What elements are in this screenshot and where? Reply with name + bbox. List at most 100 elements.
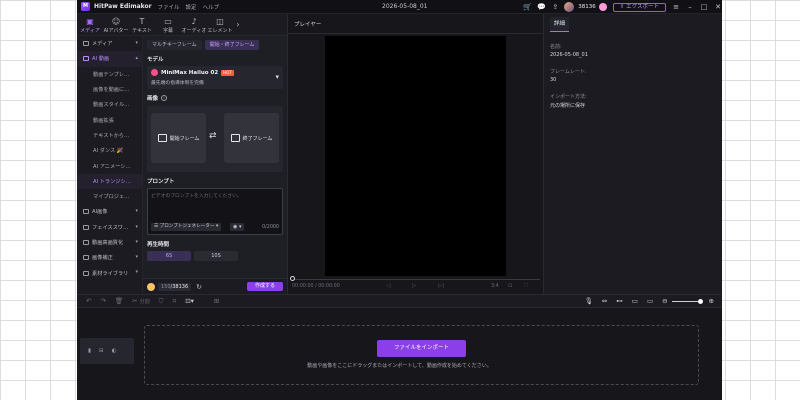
zoom-slider[interactable] xyxy=(671,298,703,304)
fullscreen-icon[interactable]: ⛶ xyxy=(524,283,528,290)
sidebar-item-video-style[interactable]: 動画スタイル… xyxy=(77,97,142,112)
microphone-icon[interactable]: 🎙 xyxy=(585,297,593,305)
sidebar-item-image-correct[interactable]: 画像補正 ▾ xyxy=(77,250,142,265)
sidebar-item-label: AI トランジシ… xyxy=(93,178,131,185)
sidebar-item-ai-dance[interactable]: AI ダンス 🎉 xyxy=(77,143,142,158)
snapshot-icon[interactable]: ⊡ xyxy=(508,283,513,289)
generator-panel: マルチキーフレーム 開始・終了フレーム モデル MiniMax Hailuo 0… xyxy=(143,36,287,294)
sidebar-item-label: 動画スタイル… xyxy=(93,102,130,109)
link-icon[interactable]: ⊷ xyxy=(616,297,623,305)
coin-icon xyxy=(147,282,155,291)
menu-icon[interactable]: ≡ xyxy=(672,3,680,11)
visibility-icon[interactable]: ◐ xyxy=(112,348,117,354)
sidebar-item-my-projects[interactable]: マイプロジェ… xyxy=(77,189,142,204)
section-label: モデル xyxy=(147,57,164,63)
prompt-generator-button[interactable]: ☰ プロンプトジェネレーター ▾ xyxy=(151,223,222,231)
prompt-options-button[interactable]: ◉ ▾ xyxy=(230,223,245,231)
crop-icon[interactable]: ⌗ xyxy=(173,297,177,306)
player-panel: プレイヤー 00:00:00 / 00:00:00 ◁ ▷ ▷| 3:4 ⊡ ⛶ xyxy=(287,14,545,294)
tab-audio[interactable]: ♪ オーディオ xyxy=(181,14,207,36)
sidebar-item-video-enhance[interactable]: 動画高画質化 ▾ xyxy=(77,235,142,250)
start-frame-label: 開始フレーム xyxy=(169,135,200,142)
sidebar-item-ai-image[interactable]: AI画像 ▾ xyxy=(77,204,142,219)
scrub-bar[interactable] xyxy=(292,279,540,280)
end-frame-upload[interactable]: 終了フレーム xyxy=(224,113,279,163)
prompt-section-title: プロンプト xyxy=(147,177,283,185)
menu-settings[interactable]: 設定 xyxy=(186,3,197,11)
tab-subtitles[interactable]: ▭ 字幕 xyxy=(155,14,181,36)
swap-icon[interactable]: ⇄ xyxy=(209,131,217,141)
detail-name-value: 2026-05-08_01 xyxy=(550,52,588,58)
video-track-icon[interactable]: ▮ xyxy=(88,348,91,354)
sidebar-item-ai-animation[interactable]: AI アニメーシ… xyxy=(77,158,142,173)
sidebar-item-video-templates[interactable]: 動画テンプレ… xyxy=(77,67,142,82)
redo-icon[interactable]: ↷ xyxy=(100,297,105,305)
coin-icon xyxy=(598,3,607,11)
sidebar-item-media[interactable]: メディア ▾ xyxy=(77,36,142,51)
close-icon[interactable]: ✕ xyxy=(714,3,722,11)
sidebar-item-ai-video[interactable]: AI 動画 ▴ xyxy=(77,51,142,67)
zoom-out-icon[interactable]: ⊖ xyxy=(662,297,667,305)
tab-start-end-frame[interactable]: 開始・終了フレーム xyxy=(204,40,260,50)
info-icon[interactable]: i xyxy=(161,95,168,101)
prompt-placeholder: ビデオのプロンプトを入力してください。 xyxy=(151,194,242,199)
sidebar-item-asset-library[interactable]: 素材ライブラリ ▾ xyxy=(77,265,142,280)
preview-icon[interactable]: ▭ xyxy=(632,297,638,305)
frames-area: 開始フレーム ⇄ 終了フレーム xyxy=(147,106,283,172)
tab-details[interactable]: 詳細 xyxy=(550,17,570,32)
lock-icon[interactable]: ⊟ xyxy=(99,348,104,354)
play-icon[interactable]: ▷ xyxy=(412,283,416,289)
maximize-icon[interactable]: □ xyxy=(700,3,708,11)
create-button[interactable]: 作成する xyxy=(247,282,283,291)
detail-name-label: 名前: xyxy=(550,44,562,50)
refresh-icon[interactable]: ↻ xyxy=(196,283,202,291)
sidebar-item-image-to-video[interactable]: 画像を動画に… xyxy=(77,82,142,97)
sidebar-item-face-swap[interactable]: フェイススワ… ▾ xyxy=(77,220,142,235)
text-tool-icon[interactable]: ⊡▾ xyxy=(185,297,194,305)
skip-forward-icon[interactable]: ▷| xyxy=(438,283,444,289)
zoom-slider-knob[interactable] xyxy=(697,298,703,304)
sidebar-item-label: マイプロジェ… xyxy=(93,194,130,201)
shield-icon[interactable]: ⛉ xyxy=(159,297,164,306)
prompt-input[interactable]: ビデオのプロンプトを入力してください。 ☰ プロンプトジェネレーター ▾ ◉ ▾… xyxy=(147,188,283,235)
video-preview[interactable] xyxy=(325,36,506,276)
tab-text[interactable]: T テキスト xyxy=(129,14,155,36)
sidebar-item-label: 画像を動画に… xyxy=(93,87,130,94)
chevron-right-icon[interactable]: › xyxy=(233,14,243,35)
credits-count: 38136 xyxy=(578,4,596,10)
snap-icon[interactable]: ⇔ xyxy=(602,297,607,305)
category-sidebar: メディア ▾ AI 動画 ▴ 動画テンプレ… 画像を動画に… 動画スタイル… 動画拡… xyxy=(77,36,143,294)
duration-6s-button[interactable]: 6S xyxy=(147,251,191,261)
undo-icon[interactable]: ↶ xyxy=(86,297,91,305)
section-label: プロンプト xyxy=(147,179,175,185)
add-track-icon[interactable]: ⊞ xyxy=(214,297,219,305)
tab-elements[interactable]: ◫ エレメント xyxy=(207,14,233,36)
export-button[interactable]: ⇧ エクスポート xyxy=(612,2,666,12)
menu-help[interactable]: ヘルプ xyxy=(203,3,220,11)
start-frame-upload[interactable]: 開始フレーム xyxy=(151,113,206,163)
playhead-handle[interactable] xyxy=(290,276,295,281)
split-icon[interactable]: ✂ xyxy=(132,297,137,305)
minimize-icon[interactable]: – xyxy=(686,3,694,11)
model-select[interactable]: MiniMax Hailuo 02 HOT 最先端の指導体制を完備 ▾ xyxy=(147,66,283,89)
sidebar-item-text-to-video[interactable]: テキストから… xyxy=(77,128,142,143)
upgrade-icon[interactable]: ⇪ xyxy=(550,2,560,12)
skip-back-icon[interactable]: ◁ xyxy=(386,283,390,289)
subtitle-track-icon[interactable]: ▭ xyxy=(647,297,653,305)
duration-10s-button[interactable]: 10S xyxy=(194,251,238,261)
menu-file[interactable]: ファイル xyxy=(158,3,180,11)
sidebar-item-ai-transition[interactable]: AI トランジシ… xyxy=(77,173,142,189)
tab-ai-avatar[interactable]: ☺ AIアバター xyxy=(103,14,129,36)
tab-media[interactable]: ▣ メディア xyxy=(77,14,103,36)
zoom-in-icon[interactable]: ⊕ xyxy=(709,297,714,305)
import-file-button[interactable]: ファイルをインポート xyxy=(377,340,466,357)
prompt-char-count: 0/2000 xyxy=(262,225,279,230)
section-label: 再生時間 xyxy=(147,242,170,248)
aspect-ratio[interactable]: 3:4 xyxy=(491,284,499,289)
cart-icon[interactable]: 🛒 xyxy=(522,2,532,12)
tab-multi-keyframe[interactable]: マルチキーフレーム xyxy=(147,40,202,50)
sidebar-item-video-extend[interactable]: 動画拡張 xyxy=(77,112,142,127)
avatar[interactable] xyxy=(564,2,575,12)
chat-icon[interactable]: 💬 xyxy=(536,2,546,12)
delete-icon[interactable]: 🗑 xyxy=(115,297,123,305)
